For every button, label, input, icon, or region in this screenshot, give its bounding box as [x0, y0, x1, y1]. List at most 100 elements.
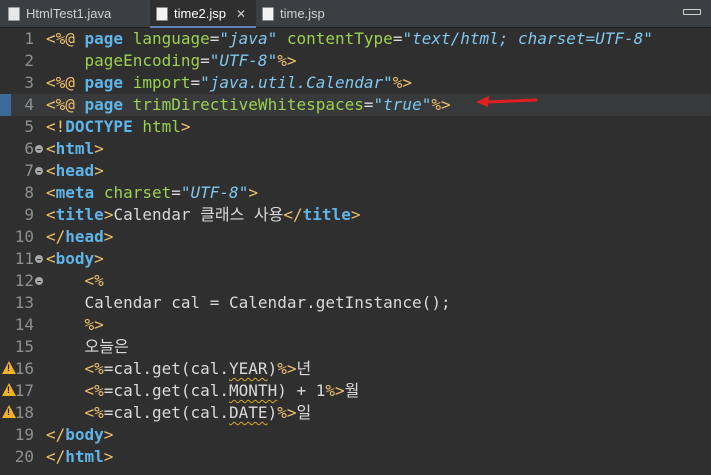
code-line[interactable]: 19 </body>	[0, 424, 711, 446]
code-token: "java"	[219, 29, 278, 48]
tab-time-jsp[interactable]: time.jsp	[262, 0, 325, 27]
code-token: "UTF-8"	[209, 51, 278, 70]
code-token: >	[103, 447, 114, 466]
code-token: =	[171, 183, 181, 202]
code-text: <%	[46, 270, 104, 292]
code-token: %>	[431, 95, 451, 114]
code-token: >	[94, 139, 104, 158]
code-token: page	[84, 73, 133, 92]
code-token: DATE	[229, 403, 268, 422]
code-line[interactable]: 4 <%@ page trimDirectiveWhitespaces="true…	[0, 94, 711, 116]
code-line[interactable]: 9 <title>Calendar 클래스 사용</title>	[0, 204, 711, 226]
line-number: 14	[14, 315, 34, 334]
code-line[interactable]: 12 <%	[0, 270, 711, 292]
code-token: <	[46, 139, 56, 158]
code-line[interactable]: 14 %>	[0, 314, 711, 336]
code-token: "UTF-8"	[180, 183, 249, 202]
code-token: >	[103, 205, 114, 224]
code-token: </	[46, 227, 66, 246]
code-editor[interactable]: 1 <%@ page language="java" contentType="t…	[0, 28, 711, 475]
line-number: 20	[14, 447, 34, 466]
code-text: </body>	[46, 424, 113, 446]
line-number: 6	[24, 139, 34, 158]
code-token: >	[180, 117, 191, 136]
code-text: <%@ page trimDirectiveWhitespaces="true"…	[46, 94, 451, 116]
red-arrow-annotation	[476, 96, 538, 107]
tab-label: HtmlTest1.java	[26, 6, 112, 21]
code-token: </	[283, 205, 303, 224]
code-token: <	[46, 161, 56, 180]
tab-htmltest1-java[interactable]: HtmlTest1.java	[8, 0, 111, 27]
fold-collapse-icon[interactable]	[35, 167, 43, 175]
line-number: 15	[14, 337, 34, 356]
code-text: <body>	[46, 248, 104, 270]
code-token: <%@	[46, 95, 85, 114]
code-line[interactable]: 11 <body>	[0, 248, 711, 270]
code-token: =	[190, 73, 201, 92]
code-token: <%	[84, 359, 104, 378]
code-token: )	[267, 359, 278, 378]
fold-collapse-icon[interactable]	[35, 277, 43, 285]
code-token: </	[46, 447, 66, 466]
code-token: <	[46, 249, 56, 268]
jsp-file-icon	[156, 6, 168, 21]
code-token: title	[302, 205, 351, 224]
code-line[interactable]: 15 오늘은	[0, 336, 711, 358]
code-token: <	[46, 205, 56, 224]
code-token: html	[55, 139, 95, 158]
code-token: >	[94, 161, 104, 180]
code-token: MONTH	[229, 381, 278, 400]
line-number: 19	[14, 425, 34, 444]
fold-collapse-icon[interactable]	[35, 145, 43, 153]
code-line[interactable]: 2 pageEncoding="UTF-8"%>	[0, 50, 711, 72]
line-number: 8	[24, 183, 34, 202]
code-line[interactable]: 1 <%@ page language="java" contentType="t…	[0, 28, 711, 50]
code-token: 일	[296, 403, 312, 422]
code-token: 월	[344, 381, 360, 400]
code-token: %>	[84, 315, 104, 334]
code-line[interactable]: 16 <%=cal.get(cal.YEAR)%>년	[0, 358, 711, 380]
code-token: ) + 1	[277, 381, 326, 400]
code-token: <%@	[46, 73, 85, 92]
code-token: <%@	[46, 29, 85, 48]
code-text: </head>	[46, 226, 113, 248]
java-file-icon	[8, 6, 20, 21]
minimize-icon[interactable]	[683, 9, 701, 15]
code-line[interactable]: 13 Calendar cal = Calendar.getInstance()…	[0, 292, 711, 314]
code-line[interactable]: 20 </html>	[0, 446, 711, 468]
line-number: 17	[14, 381, 34, 400]
code-line[interactable]: 17 <%=cal.get(cal.MONTH) + 1%>월	[0, 380, 711, 402]
code-text: <%=cal.get(cal.YEAR)%>년	[46, 358, 312, 380]
close-icon[interactable]: ✕	[236, 7, 246, 21]
code-line[interactable]: 8 <meta charset="UTF-8">	[0, 182, 711, 204]
fold-collapse-icon[interactable]	[35, 255, 43, 263]
code-line[interactable]: 7 <head>	[0, 160, 711, 182]
code-token: >	[248, 183, 258, 202]
code-token: contentType	[286, 29, 393, 48]
code-token: html	[65, 447, 104, 466]
code-token: %>	[325, 381, 345, 400]
code-token: trimDirectiveWhitespaces	[132, 95, 364, 114]
code-token: >	[103, 227, 114, 246]
code-token: html	[142, 117, 181, 136]
code-line[interactable]: 5 <!DOCTYPE html>	[0, 116, 711, 138]
code-token: </	[46, 425, 66, 444]
code-line[interactable]: 6 <html>	[0, 138, 711, 160]
code-text: <%=cal.get(cal.MONTH) + 1%>월	[46, 380, 360, 402]
line-number: 3	[24, 73, 34, 92]
code-token: Calendar 클래스 사용	[113, 205, 284, 224]
code-token: head	[65, 227, 104, 246]
editor-tab-bar: HtmlTest1.java time2.jsp ✕ time.jsp	[0, 0, 711, 28]
code-line[interactable]: 18 <%=cal.get(cal.DATE)%>일	[0, 402, 711, 424]
code-line[interactable]: 3 <%@ page import="java.util.Calendar"%>	[0, 72, 711, 94]
code-text: <%=cal.get(cal.DATE)%>일	[46, 402, 312, 424]
code-text: 오늘은	[46, 336, 129, 358]
line-number: 9	[24, 205, 34, 224]
code-token: <%	[84, 403, 104, 422]
code-text: Calendar cal = Calendar.getInstance();	[46, 292, 451, 314]
tab-time2-jsp[interactable]: time2.jsp ✕	[150, 0, 257, 28]
code-line[interactable]: 10 </head>	[0, 226, 711, 248]
line-number: 18	[14, 403, 34, 422]
code-token: 오늘은	[46, 337, 129, 356]
